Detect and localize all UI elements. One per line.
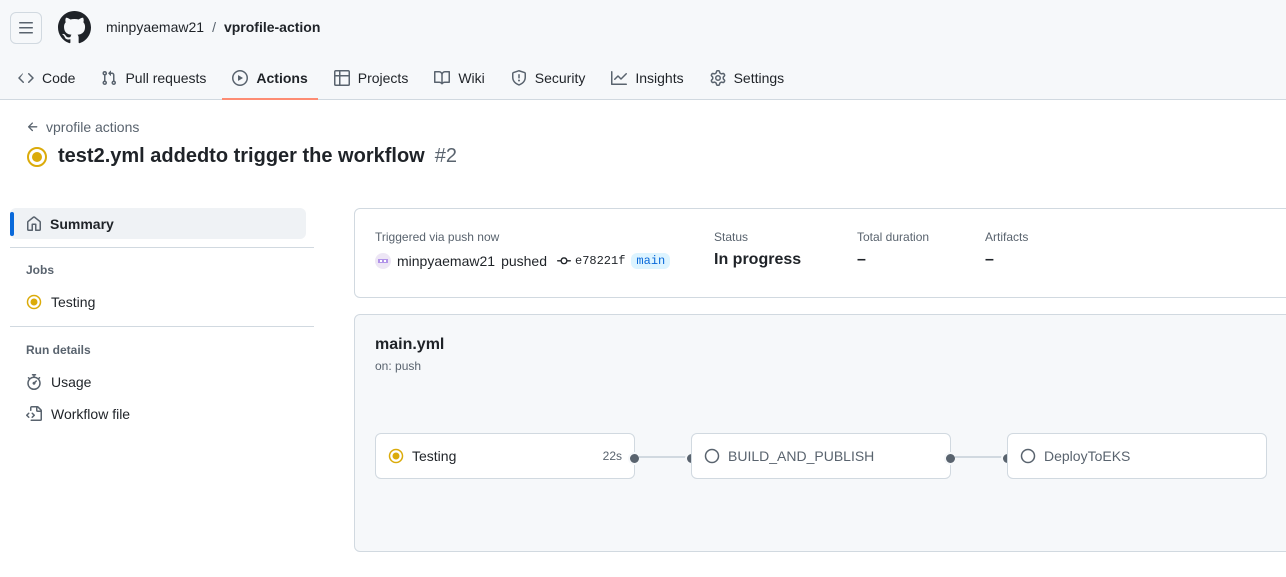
duration-value: – [857,251,866,268]
play-icon [232,70,249,86]
job-node-build-and-publish[interactable]: BUILD_AND_PUBLISH [691,433,951,479]
sidebar-item-workflow-file[interactable]: Workflow file [26,406,130,422]
run-summary-panel: Triggered via push now minpyaemaw21 push… [354,208,1286,298]
arrow-left-icon [27,122,38,132]
workflow-trigger: on: push [375,359,422,373]
graph-icon [611,71,628,85]
breadcrumb-separator: / [212,19,216,35]
job-label: DeployToEKS [1044,448,1131,464]
run-details-heading: Run details [26,343,91,357]
repo-owner-link[interactable]: minpyaemaw21 [106,18,204,36]
connector-dot [628,452,641,465]
tab-security[interactable]: Security [501,56,596,100]
run-number: #2 [434,145,457,167]
tab-security-label: Security [534,70,586,86]
page-title: test2.yml addedto trigger the workflow #… [26,145,457,168]
trigger-label: Triggered via push now [375,230,500,244]
file-code-icon [26,406,42,421]
trigger-info: Triggered via push now minpyaemaw21 push… [375,229,671,269]
tab-pull-requests[interactable]: Pull requests [91,56,216,100]
git-commit-icon [557,257,571,265]
sidebar-item-summary[interactable]: Summary [10,208,306,239]
back-link-label: vprofile actions [46,119,140,135]
breadcrumb: minpyaemaw21 / vprofile-action [106,18,320,36]
duration-label: Total duration [857,230,930,244]
repo-nav: Code Pull requests Actions Projects Wiki… [8,56,794,100]
book-icon [434,70,451,85]
repo-name-link[interactable]: vprofile-action [224,18,320,36]
sidebar-item-usage[interactable]: Usage [26,374,91,390]
sidebar-summary-label: Summary [50,215,114,232]
tab-insights-label: Insights [635,70,684,86]
connector-dot [944,452,957,465]
status-value: In progress [714,251,802,268]
gear-icon [710,70,725,86]
avatar[interactable] [375,253,391,269]
tab-projects[interactable]: Projects [324,56,419,100]
job-node-testing[interactable]: Testing 22s [375,433,635,479]
job-duration: 22s [602,449,622,463]
sidebar-item-job-testing[interactable]: Testing [26,294,95,310]
workflow-graph: main.yml on: push Testing 22s BUILD_AND_… [354,314,1286,552]
run-title: test2.yml addedto trigger the workflow [58,145,425,167]
repo-header: minpyaemaw21 / vprofile-action Code Pull… [0,0,1286,100]
commit-link[interactable]: e78221f [557,254,625,268]
menu-button[interactable] [10,12,42,44]
duration-info: Total duration – [857,229,929,269]
trigger-details: minpyaemaw21 pushed e78221f main [375,253,671,269]
shield-icon [511,70,526,86]
status-label: Status [714,230,749,244]
pending-circle-icon [704,448,720,464]
sidebar-usage-label: Usage [51,374,92,390]
branch-badge[interactable]: main [631,253,671,269]
in-progress-icon [388,448,404,464]
hamburger-icon [19,22,33,34]
tab-actions[interactable]: Actions [222,56,319,100]
sidebar-divider [10,326,314,327]
table-icon [333,70,350,86]
job-connector [955,456,1003,458]
artifacts-label: Artifacts [985,230,1029,244]
tab-insights[interactable]: Insights [601,56,693,100]
tab-wiki[interactable]: Wiki [424,56,494,100]
artifacts-value: – [985,251,994,268]
job-connector [639,456,687,458]
sidebar-divider [10,247,314,248]
tab-actions-label: Actions [256,70,308,86]
github-logo-icon[interactable] [57,11,91,47]
code-icon [18,73,34,83]
workflow-name: main.yml [375,336,445,353]
actor-name[interactable]: minpyaemaw21 [397,253,495,269]
status-info: Status In progress [714,229,801,269]
sidebar-workflow-file-label: Workflow file [51,406,131,422]
tab-settings[interactable]: Settings [700,56,795,100]
tab-code[interactable]: Code [8,56,85,100]
jobs-heading: Jobs [26,263,55,277]
tab-wiki-label: Wiki [458,70,485,86]
tab-settings-label: Settings [733,70,785,86]
commit-sha: e78221f [575,254,626,268]
tab-projects-label: Projects [357,70,409,86]
sidebar-job-label: Testing [51,294,96,310]
artifacts-info: Artifacts – [985,229,1028,269]
in-progress-icon [26,294,42,310]
tab-pull-requests-label: Pull requests [125,70,207,86]
back-to-workflow-link[interactable]: vprofile actions [26,119,139,135]
in-progress-icon [27,146,47,167]
pending-circle-icon [1020,448,1036,464]
pull-request-icon [102,70,117,86]
tab-code-label: Code [42,70,76,86]
job-label: Testing [412,448,457,464]
job-label: BUILD_AND_PUBLISH [728,448,875,464]
trigger-action: pushed [501,253,547,269]
home-icon [27,215,41,231]
stopwatch-icon [27,374,41,390]
job-node-deploy-to-eks[interactable]: DeployToEKS [1007,433,1267,479]
